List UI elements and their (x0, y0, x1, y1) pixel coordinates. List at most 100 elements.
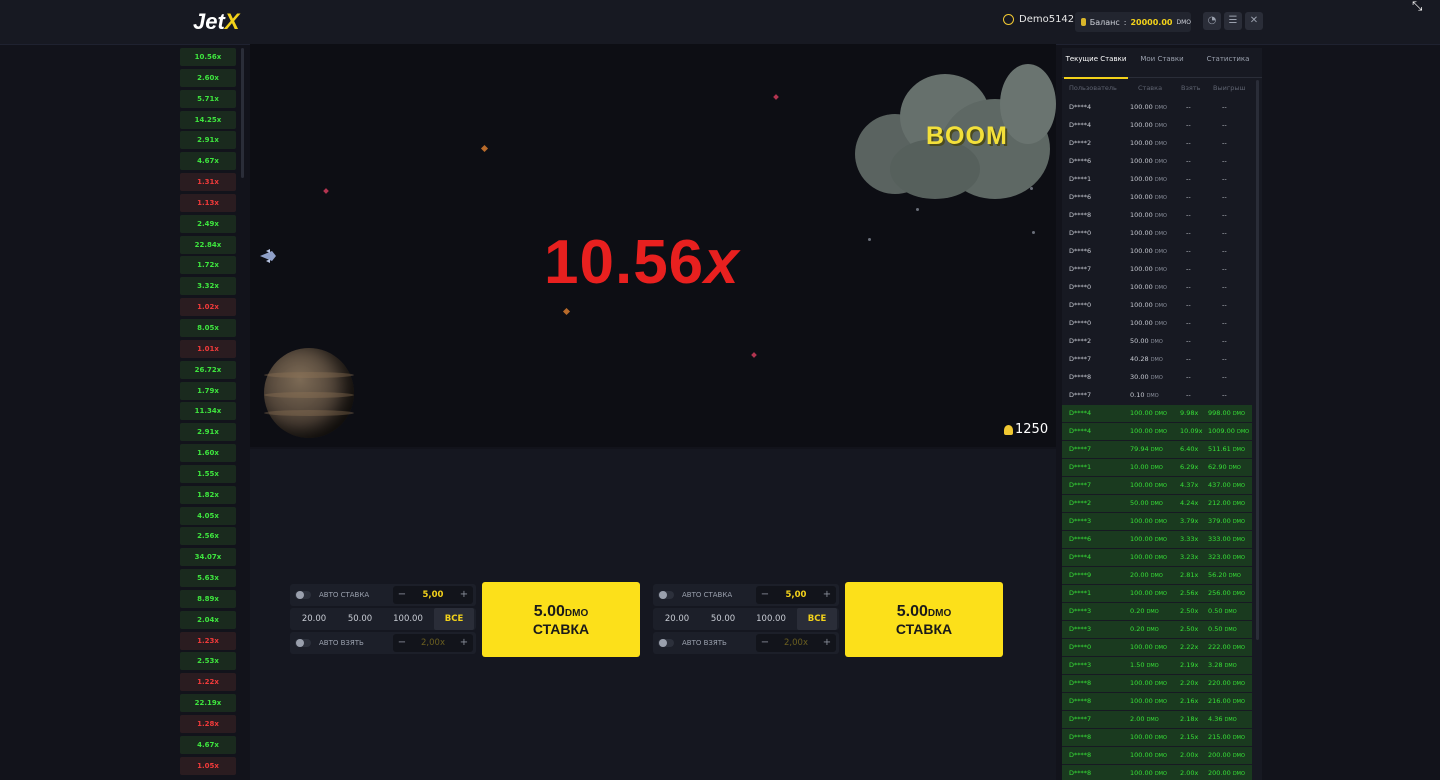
minus-icon[interactable]: − (758, 586, 772, 604)
bet-win: -- (1222, 121, 1227, 129)
menu-icon[interactable]: ☰ (1224, 12, 1242, 30)
quick-all[interactable]: ВСЕ (797, 608, 837, 630)
history-item[interactable]: 2.91x (180, 131, 236, 150)
bet-cashout: -- (1186, 229, 1191, 237)
history-item[interactable]: 22.19x (180, 694, 236, 713)
bet-amount-stepper[interactable]: − 5,00 + (393, 586, 473, 604)
history-item[interactable]: 2.56x (180, 527, 236, 546)
place-bet-button[interactable]: 5.00DMO СТАВКА (482, 582, 640, 657)
history-item[interactable]: 1.02x (180, 298, 236, 317)
history-item[interactable]: 5.63x (180, 569, 236, 588)
history-item[interactable]: 8.89x (180, 589, 236, 608)
history-item[interactable]: 1.60x (180, 444, 236, 463)
history-item[interactable]: 1.55x (180, 464, 236, 483)
bet-win: 0.50 DMO (1208, 625, 1237, 633)
bet-amount: 100.00 DMO (1130, 589, 1167, 597)
history-item[interactable]: 14.25x (180, 110, 236, 129)
bet-cashout: 4.37x (1180, 481, 1199, 489)
quick-20[interactable]: 20.00 (292, 608, 336, 630)
history-item[interactable]: 1.13x (180, 193, 236, 212)
quick-50[interactable]: 50.00 (338, 608, 382, 630)
star (562, 307, 571, 316)
history-item[interactable]: 2.60x (180, 68, 236, 87)
bet-amount-stepper[interactable]: − 5,00 + (756, 586, 836, 604)
user-info[interactable]: Demo5142 (1003, 14, 1074, 25)
history-item[interactable]: 1.05x (180, 756, 236, 775)
jetx-logo[interactable]: JetX (193, 9, 239, 35)
bet-row: D****8 30.00 DMO -- -- (1062, 369, 1252, 386)
shrink-icon[interactable]: ⤡ (1412, 0, 1430, 14)
bet-user: D****8 (1069, 697, 1092, 705)
history-item[interactable]: 34.07x (180, 548, 236, 567)
history-item[interactable]: 10.56x (180, 48, 236, 66)
history-item[interactable]: 1.82x (180, 485, 236, 504)
plus-icon[interactable]: + (820, 586, 834, 604)
history-item[interactable]: 1.01x (180, 339, 236, 358)
bet-cashout: 2.22x (1180, 643, 1199, 651)
history-item[interactable]: 4.67x (180, 735, 236, 754)
history-item[interactable]: 4.67x (180, 152, 236, 171)
bet-cashout: -- (1186, 283, 1191, 291)
history-item[interactable]: 2.53x (180, 652, 236, 671)
bets-scrollbar[interactable] (1256, 80, 1259, 640)
history-scrollbar[interactable] (241, 48, 244, 178)
bet-win: -- (1222, 229, 1227, 237)
quick-100[interactable]: 100.00 (384, 608, 432, 630)
close-icon[interactable]: ✕ (1245, 12, 1263, 30)
history-item[interactable]: 22.84x (180, 235, 236, 254)
history-item[interactable]: 2.91x (180, 423, 236, 442)
bet-row: D****2 100.00 DMO -- -- (1062, 135, 1252, 152)
bet-cashout: -- (1186, 211, 1191, 219)
history-item[interactable]: 1.22x (180, 673, 236, 692)
bet-cashout: -- (1186, 337, 1191, 345)
auto-cashout-toggle[interactable] (295, 639, 311, 647)
plus-icon[interactable]: + (457, 634, 471, 652)
wallet-icon (1081, 18, 1086, 26)
history-item[interactable]: 5.71x (180, 89, 236, 108)
bet-user: D****4 (1069, 427, 1092, 435)
history-item[interactable]: 3.32x (180, 277, 236, 296)
history-item[interactable]: 2.04x (180, 610, 236, 629)
history-item[interactable]: 8.05x (180, 318, 236, 337)
history-item[interactable]: 11.34x (180, 402, 236, 421)
plus-icon[interactable]: + (457, 586, 471, 604)
bet-cashout: 2.00x (1180, 751, 1199, 759)
cashout-stepper[interactable]: − 2,00x + (393, 634, 473, 652)
auto-bet-toggle[interactable] (658, 591, 674, 599)
history-item[interactable]: 1.72x (180, 256, 236, 275)
history-item[interactable]: 1.23x (180, 631, 236, 650)
bet-amount: 100.00 DMO (1130, 553, 1167, 561)
bet-row: D****0 100.00 DMO -- -- (1062, 279, 1252, 296)
history-item[interactable]: 1.31x (180, 173, 236, 192)
tab-statistics[interactable]: Статистика (1196, 48, 1260, 77)
minus-icon[interactable]: − (395, 586, 409, 604)
tab-my-bets[interactable]: Мои Ставки (1132, 48, 1192, 77)
bet-row: D****8 100.00 DMO -- -- (1062, 207, 1252, 224)
bet-user: D****8 (1069, 769, 1092, 777)
place-bet-button[interactable]: 5.00DMO СТАВКА (845, 582, 1003, 657)
history-item[interactable]: 1.79x (180, 381, 236, 400)
bet-amount: 100.00 DMO (1130, 535, 1167, 543)
history-item[interactable]: 26.72x (180, 360, 236, 379)
plus-icon[interactable]: + (820, 634, 834, 652)
bet-amount: 100.00 DMO (1130, 121, 1167, 129)
quick-20[interactable]: 20.00 (655, 608, 699, 630)
cashout-stepper[interactable]: − 2,00x + (756, 634, 836, 652)
bet-cashout: -- (1186, 121, 1191, 129)
tab-current-bets[interactable]: Текущие Ставки (1064, 48, 1128, 79)
auto-cashout-toggle[interactable] (658, 639, 674, 647)
column-user: Пользователь (1069, 84, 1117, 92)
history-item[interactable]: 4.05x (180, 506, 236, 525)
minus-icon[interactable]: − (395, 634, 409, 652)
chat-icon[interactable]: ◔ (1203, 12, 1221, 30)
bet-row: D****3 0.20 DMO 2.50x 0.50 DMO (1062, 603, 1252, 620)
history-item[interactable]: 1.28x (180, 715, 236, 733)
auto-bet-toggle[interactable] (295, 591, 311, 599)
quick-100[interactable]: 100.00 (747, 608, 795, 630)
quick-50[interactable]: 50.00 (701, 608, 745, 630)
bet-row: D****8 100.00 DMO 2.15x 215.00 DMO (1062, 729, 1252, 746)
quick-all[interactable]: ВСЕ (434, 608, 474, 630)
bet-user: D****1 (1069, 175, 1092, 183)
minus-icon[interactable]: − (758, 634, 772, 652)
history-item[interactable]: 2.49x (180, 214, 236, 233)
